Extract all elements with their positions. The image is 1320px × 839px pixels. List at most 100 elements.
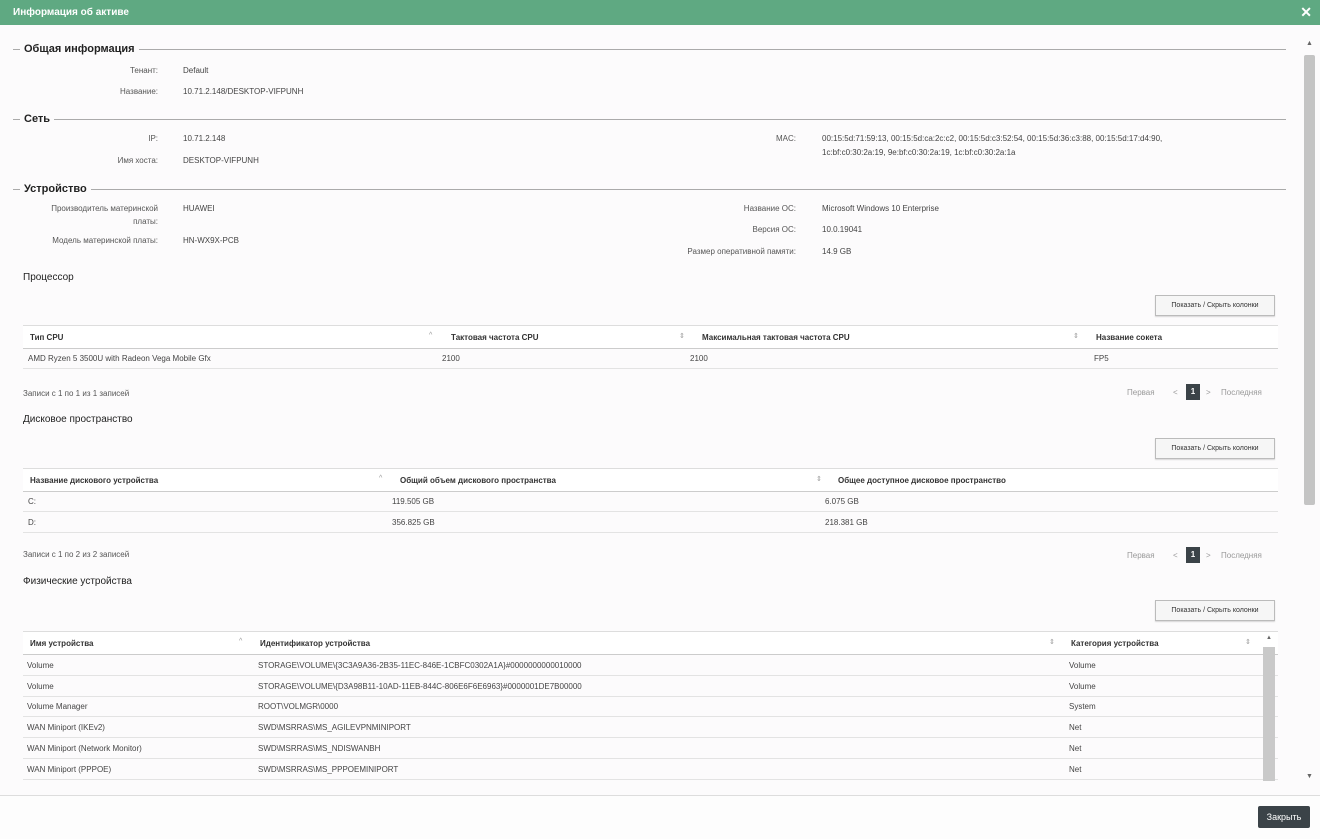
phys-cell: System: [1069, 702, 1096, 711]
ram-label: Размер оперативной памяти:: [687, 247, 796, 256]
general-legend: Общая информация: [20, 43, 139, 55]
sort-icon[interactable]: ⇕: [679, 332, 685, 340]
th-cpu-type[interactable]: Тип CPU: [30, 333, 63, 342]
pager-next-icon[interactable]: >: [1206, 388, 1211, 397]
th-disk-free[interactable]: Общее доступное дисковое пространство: [838, 476, 1006, 485]
mac-value-line1: 00:15:5d:71:59:13, 00:15:5d:ca:2c:c2, 00…: [822, 134, 1163, 143]
disk-cell: 6.075 GB: [825, 497, 859, 506]
cpu-table-header: Тип CPU ^ Тактовая частота CPU ⇕ Максима…: [23, 325, 1278, 349]
disk-table-header: Название дискового устройства ^ Общий об…: [23, 468, 1278, 492]
mb-model-label: Модель материнской платы:: [52, 236, 158, 245]
th-device-id[interactable]: Идентификатор устройства: [260, 639, 370, 648]
sort-asc-icon[interactable]: ^: [239, 638, 242, 645]
phys-cell: SWD\MSRRAS\MS_NDISWANBH: [258, 744, 381, 753]
sort-icon[interactable]: ⇕: [1073, 332, 1079, 340]
phys-cell: Volume: [1069, 661, 1096, 670]
disk-toggle-columns-button[interactable]: Показать / Скрыть колонки: [1155, 438, 1275, 459]
phys-cell: Net: [1069, 765, 1082, 774]
pager-first[interactable]: Первая: [1127, 551, 1155, 560]
cpu-toggle-columns-button[interactable]: Показать / Скрыть колонки: [1155, 295, 1275, 316]
ip-value: 10.71.2.148: [183, 134, 226, 143]
tenant-label: Тенант:: [129, 66, 158, 75]
hostname-label: Имя хоста:: [117, 156, 158, 165]
pager-last[interactable]: Последняя: [1221, 388, 1262, 397]
phys-title: Физические устройства: [23, 576, 132, 587]
mb-vendor-label-cont: платы:: [133, 217, 158, 226]
phys-cell: WAN Miniport (Network Monitor): [27, 744, 142, 753]
table-row: AMD Ryzen 5 3500U with Radeon Vega Mobil…: [23, 348, 1278, 369]
cpu-title: Процессор: [23, 272, 74, 283]
pager-first[interactable]: Первая: [1127, 388, 1155, 397]
disk-cell: 119.505 GB: [392, 497, 435, 506]
pager-prev-icon[interactable]: <: [1173, 551, 1178, 560]
scroll-up-icon[interactable]: ▲: [1306, 40, 1313, 47]
sort-asc-icon[interactable]: ^: [379, 475, 382, 482]
sort-icon[interactable]: ⇕: [1049, 638, 1055, 646]
close-icon[interactable]: ✕: [1300, 4, 1312, 21]
disk-cell: 218.381 GB: [825, 518, 868, 527]
phys-table-scrollbar[interactable]: ▲: [1262, 633, 1276, 781]
th-cpu-maxfreq[interactable]: Максимальная тактовая частота CPU: [702, 333, 850, 342]
close-button[interactable]: Закрыть: [1258, 806, 1310, 828]
dialog-footer: Закрыть: [0, 795, 1320, 839]
ip-label: IP:: [148, 134, 158, 143]
scroll-down-icon[interactable]: ▼: [1306, 773, 1313, 780]
mac-value-line2: 1c:bf:c0:30:2a:19, 9e:bf:c0:30:2a:19, 1c…: [822, 148, 1016, 157]
pager-current[interactable]: 1: [1186, 384, 1200, 400]
sort-icon[interactable]: ⇕: [1245, 638, 1251, 646]
tenant-value: Default: [183, 66, 209, 75]
table-row: WAN Miniport (PPPOE) SWD\MSRRAS\MS_PPPOE…: [23, 759, 1278, 780]
scrollbar-thumb[interactable]: [1304, 55, 1315, 505]
general-section-border: [13, 49, 1286, 50]
th-cpu-freq[interactable]: Тактовая частота CPU: [451, 333, 539, 342]
phys-cell: Net: [1069, 723, 1082, 732]
dialog-scrollbar[interactable]: ▲ ▼: [1303, 40, 1316, 780]
mb-vendor-value: HUAWEI: [183, 204, 215, 213]
ram-value: 14.9 GB: [822, 247, 852, 256]
disk-cell: D:: [28, 518, 36, 527]
table-row: C: 119.505 GB 6.075 GB: [23, 491, 1278, 512]
phys-table-header: Имя устройства ^ Идентификатор устройств…: [23, 631, 1278, 655]
scrollbar-thumb[interactable]: [1263, 647, 1275, 781]
phys-cell: WAN Miniport (PPPOE): [27, 765, 112, 774]
th-cpu-socket[interactable]: Название сокета: [1096, 333, 1162, 342]
th-device-name[interactable]: Имя устройства: [30, 639, 94, 648]
pager-current[interactable]: 1: [1186, 547, 1200, 563]
pager-next-icon[interactable]: >: [1206, 551, 1211, 560]
phys-cell: SWD\MSRRAS\MS_AGILEVPNMINIPORT: [258, 723, 411, 732]
table-row: D: 356.825 GB 218.381 GB: [23, 512, 1278, 533]
pager-last[interactable]: Последняя: [1221, 551, 1262, 560]
phys-cell: WAN Miniport (IKEv2): [27, 723, 105, 732]
phys-cell: STORAGE\VOLUME\{D3A98B11-10AD-11EB-844C-…: [258, 682, 582, 691]
disk-table-info: Записи с 1 по 2 из 2 записей: [23, 550, 130, 559]
dialog-body[interactable]: Общая информация Тенант: Default Названи…: [0, 25, 1320, 795]
cpu-cell: 2100: [690, 354, 708, 363]
th-device-category[interactable]: Категория устройства: [1071, 639, 1159, 648]
device-section-border: [13, 189, 1286, 190]
phys-cell: Volume Manager: [27, 702, 88, 711]
mb-vendor-label: Производитель материнской: [51, 204, 158, 213]
th-disk-total[interactable]: Общий объем дискового пространства: [400, 476, 556, 485]
scroll-up-icon[interactable]: ▲: [1266, 635, 1272, 641]
th-disk-name[interactable]: Название дискового устройства: [30, 476, 158, 485]
device-legend: Устройство: [20, 183, 91, 195]
sort-icon[interactable]: ⇕: [816, 475, 822, 483]
phys-cell: Net: [1069, 744, 1082, 753]
phys-cell: Volume: [27, 682, 54, 691]
dialog-titlebar: Информация об активе ✕: [0, 0, 1320, 25]
sort-asc-icon[interactable]: ^: [429, 332, 432, 339]
disk-cell: 356.825 GB: [392, 518, 435, 527]
table-row: Volume STORAGE\VOLUME\{3C3A9A36-2B35-11E…: [23, 655, 1278, 676]
disk-title: Дисковое пространство: [23, 414, 133, 425]
cpu-cell: 2100: [442, 354, 460, 363]
mac-label: MAC:: [776, 134, 796, 143]
name-value: 10.71.2.148/DESKTOP-VIFPUNH: [183, 87, 304, 96]
phys-toggle-columns-button[interactable]: Показать / Скрыть колонки: [1155, 600, 1275, 621]
pager-prev-icon[interactable]: <: [1173, 388, 1178, 397]
cpu-pagination: Первая < 1 > Последняя: [1124, 384, 1284, 400]
phys-cell: STORAGE\VOLUME\{3C3A9A36-2B35-11EC-846E-…: [258, 661, 582, 670]
table-row: WAN Miniport (IKEv2) SWD\MSRRAS\MS_AGILE…: [23, 717, 1278, 738]
table-row: WAN Miniport (Network Monitor) SWD\MSRRA…: [23, 738, 1278, 759]
disk-cell: C:: [28, 497, 36, 506]
table-row: Volume STORAGE\VOLUME\{D3A98B11-10AD-11E…: [23, 676, 1278, 697]
